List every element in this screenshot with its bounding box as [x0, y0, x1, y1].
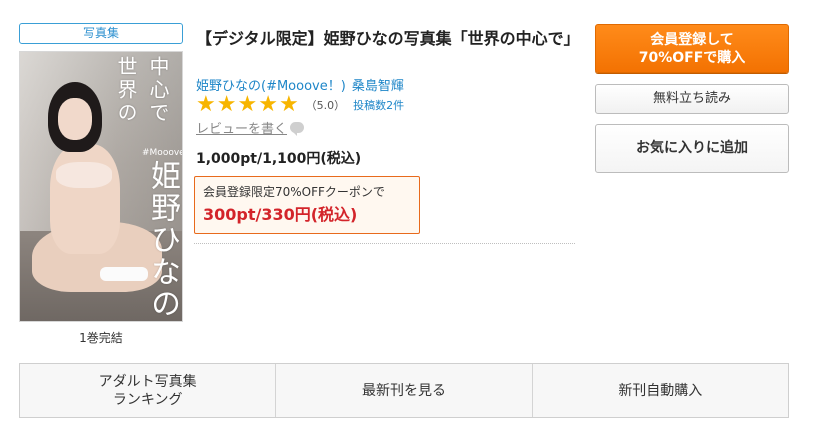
star-icon: ★ [196, 92, 216, 117]
cover-brand: #Mooove! [142, 148, 182, 158]
volume-note: 1巻完結 [79, 331, 123, 345]
star-icon: ★ [216, 92, 237, 117]
coupon-label: 会員登録限定70%OFFクーポンで [203, 185, 385, 199]
cover-figure-face [58, 98, 92, 140]
cover-title-line1: 世界の [114, 56, 138, 125]
register-button-line1: 会員登録して [650, 32, 734, 48]
star-icon: ★ [278, 92, 299, 117]
review-count-link[interactable]: 投稿数2件 [353, 97, 404, 113]
bottom-nav: アダルト写真集 ランキング 最新刊を見る 新刊自動購入 [19, 363, 789, 418]
cover-figure-top [56, 162, 112, 188]
ranking-button[interactable]: アダルト写真集 ランキング [20, 364, 277, 417]
ranking-label-line1: アダルト写真集 [98, 373, 197, 390]
star-icon: ★ [237, 92, 258, 117]
latest-volume-button[interactable]: 最新刊を見る [276, 364, 533, 417]
rating-score: （5.0） [305, 99, 346, 112]
add-favorite-button[interactable]: お気に入りに追加 [595, 124, 789, 173]
rating-row: ★ ★ ★ ★ ★ （5.0） 投稿数2件 [196, 94, 404, 116]
product-title: 【デジタル限定】姫野ひなの写真集「世界の中心で」 [196, 29, 580, 48]
write-review-label: レビューを書く [196, 122, 288, 137]
cover-figure-body [50, 144, 120, 254]
author-link-photographer[interactable]: 桑島智輝 [352, 79, 404, 94]
cover-title-line2: 中心で [146, 56, 170, 125]
cover-model-name: 姫野ひなの [145, 160, 180, 320]
auto-purchase-button[interactable]: 新刊自動購入 [533, 364, 788, 417]
star-rating: ★ ★ ★ ★ ★ [196, 94, 300, 116]
register-purchase-button[interactable]: 会員登録して 70%OFFで購入 [595, 24, 789, 73]
coupon-box: 会員登録限定70%OFFクーポンで 300pt/330円(税込) [194, 176, 420, 234]
coupon-price: 300pt/330円(税込) [203, 205, 358, 224]
product-price: 1,000pt/1,100円(税込) [196, 151, 362, 167]
ranking-label-line2: ランキング [112, 391, 183, 408]
free-sample-button[interactable]: 無料立ち読み [595, 84, 789, 114]
register-button-line2: 70%OFFで購入 [638, 50, 746, 66]
cover-image[interactable]: 世界の 中心で #Mooove! 姫野ひなの [19, 51, 183, 322]
star-icon: ★ [258, 92, 278, 117]
speech-bubble-icon [290, 122, 305, 136]
category-badge: 写真集 [19, 23, 183, 44]
write-review-link[interactable]: レビューを書く [196, 118, 305, 137]
section-divider [194, 243, 575, 244]
